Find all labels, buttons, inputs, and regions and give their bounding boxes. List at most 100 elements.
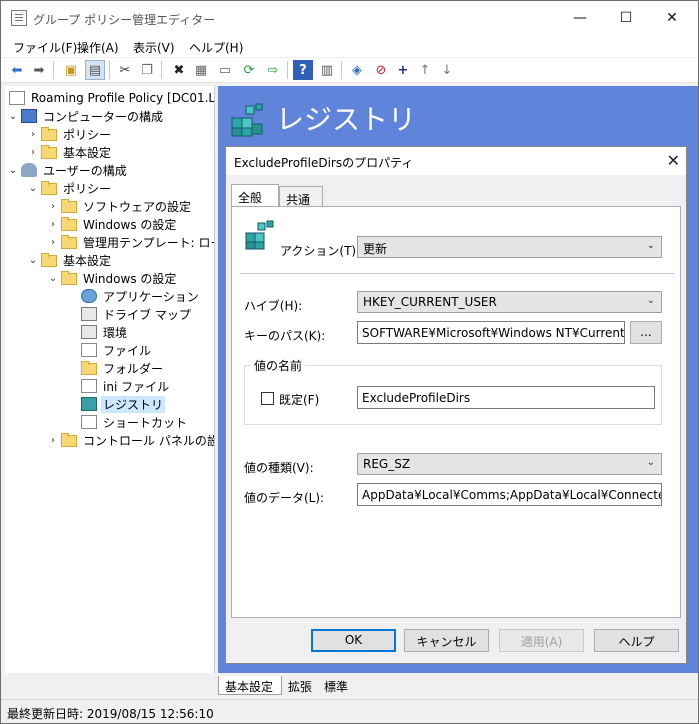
tree-item-files[interactable]: ファイル — [79, 341, 153, 359]
tree-item-computer-policy[interactable]: › ポリシー — [27, 125, 113, 143]
show-tree-icon[interactable]: ▤ — [85, 60, 105, 80]
computer-icon — [21, 109, 37, 123]
window-title: グループ ポリシー管理エディター — [33, 13, 216, 27]
tree-item-shortcuts[interactable]: ショートカット — [79, 413, 189, 431]
key-path-field[interactable]: SOFTWARE¥Microsoft¥Windows NT¥CurrentVer… — [357, 321, 625, 344]
chevron-down-icon[interactable]: ⌄ — [27, 183, 39, 194]
tab-standard[interactable]: 標準 — [318, 676, 358, 695]
print-icon[interactable]: ▭ — [215, 60, 235, 80]
move-down-icon[interactable]: ↓ — [437, 60, 457, 80]
chevron-right-icon[interactable]: › — [47, 201, 59, 212]
cut-icon[interactable]: ✂ — [115, 60, 135, 80]
action-value: 更新 — [363, 242, 388, 256]
folder-icon — [41, 144, 57, 159]
action-dropdown[interactable]: 更新 ⌄ — [357, 236, 662, 258]
stop-icon[interactable]: ⊘ — [371, 60, 391, 80]
environment-icon — [81, 325, 97, 339]
menu-action[interactable]: 操作(A) — [77, 39, 119, 56]
tree-item-label: 環境 — [103, 325, 128, 340]
tree-item-label: 基本設定 — [63, 145, 112, 160]
dialog-close-icon[interactable]: ✕ — [667, 151, 680, 170]
help-icon[interactable]: ? — [293, 60, 313, 80]
tab-general[interactable]: 全般 — [231, 184, 279, 208]
tree-item-control-panel[interactable]: › コントロール パネルの設定 — [47, 431, 214, 449]
tab-common[interactable]: 共通 — [279, 186, 323, 208]
toolbar: ⬅ ➡ ▣ ▤ ✂ ❐ ✖ ▦ ▭ ⟳ ⇨ ? ▥ ◈ ⊘ + ↑ ↓ — [1, 58, 698, 83]
tree-item-computer-preferences[interactable]: › 基本設定 — [27, 143, 113, 161]
tree-item-label: Windows の設定 — [83, 271, 177, 286]
tree-item-applications[interactable]: アプリケーション — [79, 287, 201, 305]
registry-item-icon — [245, 220, 274, 250]
menu-help[interactable]: ヘルプ(H) — [189, 39, 243, 56]
tree-item-windows-settings[interactable]: › Windows の設定 — [47, 215, 178, 233]
chevron-down-icon[interactable]: ⌄ — [47, 273, 59, 284]
tree-item-user-config[interactable]: ⌄ ユーザーの構成 — [7, 161, 129, 179]
value-name-group: 値の名前 既定(F) ExcludeProfileDirs — [244, 357, 662, 425]
chevron-right-icon[interactable]: › — [47, 435, 59, 446]
value-type-label: 値の種類(V): — [244, 461, 314, 475]
tree-item-computer-config[interactable]: ⌄ コンピューターの構成 — [7, 107, 165, 125]
tree-root-label: Roaming Profile Policy [DC01.LAB.l — [31, 91, 215, 105]
tree-item-software-settings[interactable]: › ソフトウェアの設定 — [47, 197, 193, 215]
tree-item-admin-templates[interactable]: › 管理用テンプレート: ローカル — [47, 233, 214, 251]
menu-file[interactable]: ファイル(F) — [13, 39, 77, 56]
hive-dropdown[interactable]: HKEY_CURRENT_USER ⌄ — [357, 291, 662, 313]
tree-root[interactable]: Roaming Profile Policy [DC01.LAB.l — [7, 89, 215, 107]
tree-item-label: コントロール パネルの設定 — [83, 433, 214, 448]
ini-file-icon — [81, 379, 97, 393]
properties-dialog: ExcludeProfileDirsのプロパティ ✕ 全般 共通 アクション(T… — [225, 146, 687, 664]
menu-view[interactable]: 表示(V) — [133, 39, 175, 56]
back-icon[interactable]: ⬅ — [7, 60, 27, 80]
default-checkbox[interactable] — [261, 392, 274, 405]
browse-button[interactable]: ... — [630, 321, 662, 344]
tree-item-environment[interactable]: 環境 — [79, 323, 129, 341]
minimize-button[interactable]: — — [557, 1, 603, 35]
status-bar: 最終更新日時: 2019/08/15 12:56:10 — [1, 699, 698, 723]
tree-item-pref-windows-settings[interactable]: ⌄ Windows の設定 — [47, 269, 178, 287]
chevron-right-icon[interactable]: › — [27, 129, 39, 140]
help-button[interactable]: ヘルプ — [594, 629, 679, 652]
tree-item-ini-files[interactable]: ini ファイル — [79, 377, 171, 395]
value-type-dropdown[interactable]: REG_SZ ⌄ — [357, 453, 662, 475]
value-name-field[interactable]: ExcludeProfileDirs — [357, 386, 655, 409]
export-icon[interactable]: ⇨ — [263, 60, 283, 80]
process-icon[interactable]: ◈ — [347, 60, 367, 80]
delete-icon[interactable]: ✖ — [169, 60, 189, 80]
tree-item-label: Windows の設定 — [83, 217, 177, 232]
chevron-right-icon[interactable]: › — [47, 219, 59, 230]
tree-item-drive-maps[interactable]: ドライブ マップ — [79, 305, 193, 323]
chevron-down-icon[interactable]: ⌄ — [7, 165, 19, 176]
tree-item-label: 基本設定 — [63, 253, 112, 268]
folder-icon — [61, 216, 77, 231]
tab-extended[interactable]: 拡張 — [282, 676, 318, 695]
tree-item-label: フォルダー — [103, 361, 164, 376]
up-folder-icon[interactable]: ▣ — [61, 60, 81, 80]
add-icon[interactable]: + — [393, 60, 413, 80]
chevron-down-icon[interactable]: ⌄ — [27, 255, 39, 266]
value-type-value: REG_SZ — [363, 457, 411, 471]
cancel-button[interactable]: キャンセル — [404, 629, 489, 652]
move-up-icon[interactable]: ↑ — [415, 60, 435, 80]
tree-item-user-policy[interactable]: ⌄ ポリシー — [27, 179, 113, 197]
general-tab-panel: アクション(T): 更新 ⌄ ハイブ(H): HKEY_CURRENT_USER… — [231, 206, 681, 618]
properties-icon[interactable]: ▦ — [191, 60, 211, 80]
refresh-icon[interactable]: ⟳ — [239, 60, 259, 80]
chevron-right-icon[interactable]: › — [47, 237, 59, 248]
tree-item-folders[interactable]: フォルダー — [79, 359, 165, 377]
divider — [240, 273, 674, 274]
tree-item-user-preferences[interactable]: ⌄ 基本設定 — [27, 251, 113, 269]
close-button[interactable]: ✕ — [649, 1, 695, 35]
chevron-down-icon[interactable]: ⌄ — [7, 111, 19, 122]
value-data-field[interactable]: AppData¥Local¥Comms;AppData¥Local¥Connec… — [357, 483, 662, 506]
ok-button[interactable]: OK — [311, 629, 396, 652]
console-icon[interactable]: ▥ — [317, 60, 337, 80]
apply-button[interactable]: 適用(A) — [499, 629, 584, 652]
tree-item-registry[interactable]: レジストリ — [79, 395, 166, 413]
forward-icon[interactable]: ➡ — [29, 60, 49, 80]
copy-icon[interactable]: ❐ — [137, 60, 157, 80]
tab-preferences[interactable]: 基本設定 — [218, 676, 282, 695]
chevron-right-icon[interactable]: › — [27, 147, 39, 158]
maximize-button[interactable]: ☐ — [603, 1, 649, 35]
banner-title: レジストリ — [276, 103, 417, 136]
tree-item-label: ini ファイル — [103, 379, 170, 394]
